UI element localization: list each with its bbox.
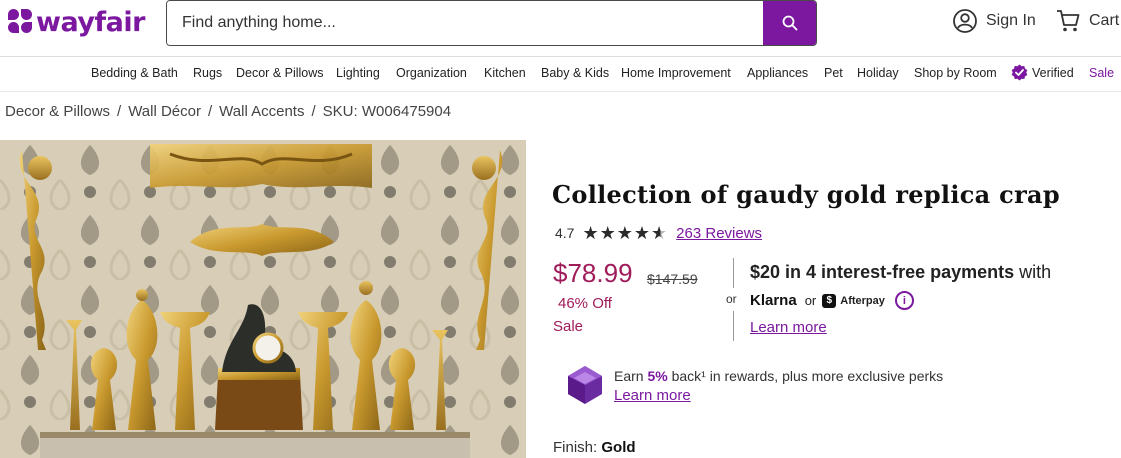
product-title: Collection of gaudy gold replica crap [552, 180, 1060, 209]
nav-item-home-improvement[interactable]: Home Improvement [621, 66, 731, 80]
half-star-icon: ★ [651, 223, 668, 243]
price-divider [733, 311, 734, 341]
installment-suffix: with [1014, 262, 1052, 282]
breadcrumb-separator: / [117, 103, 122, 120]
price-divider [733, 258, 734, 288]
nav-item-sale[interactable]: Sale [1089, 66, 1114, 80]
installment-text: in 4 interest-free payments [780, 262, 1015, 282]
user-icon [953, 9, 977, 33]
logo-text: wayfair [36, 6, 145, 38]
sign-in-label: Sign In [986, 12, 1036, 29]
afterpay-label: Afterpay [840, 294, 885, 307]
rewards-text: Earn 5% back¹ in rewards, plus more excl… [614, 365, 943, 387]
nav-item-bedding-bath[interactable]: Bedding & Bath [91, 66, 178, 80]
cart-icon [1057, 10, 1080, 32]
star-icon: ★ [616, 223, 633, 243]
verified-badge-icon [1011, 64, 1028, 81]
nav-item-pet[interactable]: Pet [824, 66, 843, 80]
search-bar [166, 0, 817, 46]
installments-text: $20 in 4 interest-free payments with [750, 262, 1051, 283]
installment-amount: $20 [750, 262, 781, 282]
nav-item-lighting[interactable]: Lighting [336, 66, 380, 80]
breadcrumb-wall-accents[interactable]: Wall Accents [219, 103, 304, 120]
klarna-logo: Klarna [750, 292, 797, 309]
rewards-learn-more-link[interactable]: Learn more [614, 387, 943, 404]
nav-item-shop-by-room[interactable]: Shop by Room [914, 66, 997, 80]
cart-label: Cart [1089, 12, 1120, 29]
wayfair-logo[interactable]: wayfair [8, 6, 145, 38]
product-image[interactable] [0, 140, 526, 458]
star-icon: ★ [633, 223, 651, 243]
bnpl-row: Klarna or $ Afterpay i [750, 291, 914, 310]
sale-label: Sale [553, 318, 584, 335]
breadcrumb-sku: SKU: W006475904 [322, 103, 452, 120]
rewards-banner: Earn 5% back¹ in rewards, plus more excl… [566, 365, 943, 405]
breadcrumb-wall-decor[interactable]: Wall Décor [128, 103, 201, 120]
nav-item-holiday[interactable]: Holiday [857, 66, 899, 80]
search-button[interactable] [763, 1, 816, 45]
star-icon: ★ [582, 223, 599, 243]
finish-option: Finish: Gold [553, 439, 636, 456]
breadcrumb: Decor & Pillows / Wall Décor / Wall Acce… [5, 103, 451, 120]
rating-stars: ★ ★ ★ ★ ★ [582, 224, 668, 242]
nav-item-baby-kids[interactable]: Baby & Kids [541, 66, 609, 80]
finish-label: Finish: [553, 439, 598, 456]
nav-item-decor-pillows[interactable]: Decor & Pillows [236, 66, 324, 80]
category-nav: Bedding & Bath Rugs Decor & Pillows Ligh… [0, 64, 1121, 86]
cart-button[interactable]: Cart [1055, 8, 1119, 34]
rating-value: 4.7 [555, 225, 575, 241]
afterpay-logo: $ Afterpay [822, 293, 885, 308]
nav-item-verified[interactable]: Verified [1011, 64, 1074, 81]
info-icon[interactable]: i [894, 291, 914, 310]
rewards-gem-icon [568, 366, 602, 404]
reviews-link[interactable]: 263 Reviews [676, 225, 762, 242]
nav-item-rugs[interactable]: Rugs [193, 66, 222, 80]
header: wayfair Sign In Cart [0, 0, 1121, 56]
search-icon [782, 15, 797, 31]
sale-price: $78.99 [553, 258, 633, 288]
afterpay-icon: $ [822, 293, 837, 308]
bnpl-or: or [804, 293, 817, 308]
bnpl-learn-more-link[interactable]: Learn more [750, 319, 827, 336]
product-rating: 4.7 ★ ★ ★ ★ ★ 263 Reviews [555, 224, 762, 242]
sign-in-button[interactable]: Sign In [952, 8, 1036, 34]
rewards-prefix: Earn [614, 368, 648, 384]
breadcrumb-separator: / [311, 103, 316, 120]
list-price: $147.59 [647, 271, 698, 287]
rewards-percent: 5% [647, 368, 668, 384]
nav-verified-label: Verified [1032, 65, 1074, 80]
logo-mark-icon [8, 9, 34, 35]
breadcrumb-decor-pillows[interactable]: Decor & Pillows [5, 103, 110, 120]
star-icon: ★ [599, 223, 616, 243]
nav-item-organization[interactable]: Organization [396, 66, 467, 80]
nav-item-appliances[interactable]: Appliances [747, 66, 808, 80]
rewards-suffix: back¹ in rewards, plus more exclusive pe… [667, 368, 944, 384]
nav-item-kitchen[interactable]: Kitchen [484, 66, 526, 80]
header-divider [0, 56, 1121, 57]
discount-label: 46% Off [558, 295, 612, 312]
breadcrumb-separator: / [208, 103, 213, 120]
gold-garniture-illustration [0, 140, 526, 458]
search-input[interactable] [167, 1, 763, 45]
nav-divider [0, 91, 1121, 92]
finish-value: Gold [601, 439, 636, 456]
or-label: or [726, 292, 737, 306]
